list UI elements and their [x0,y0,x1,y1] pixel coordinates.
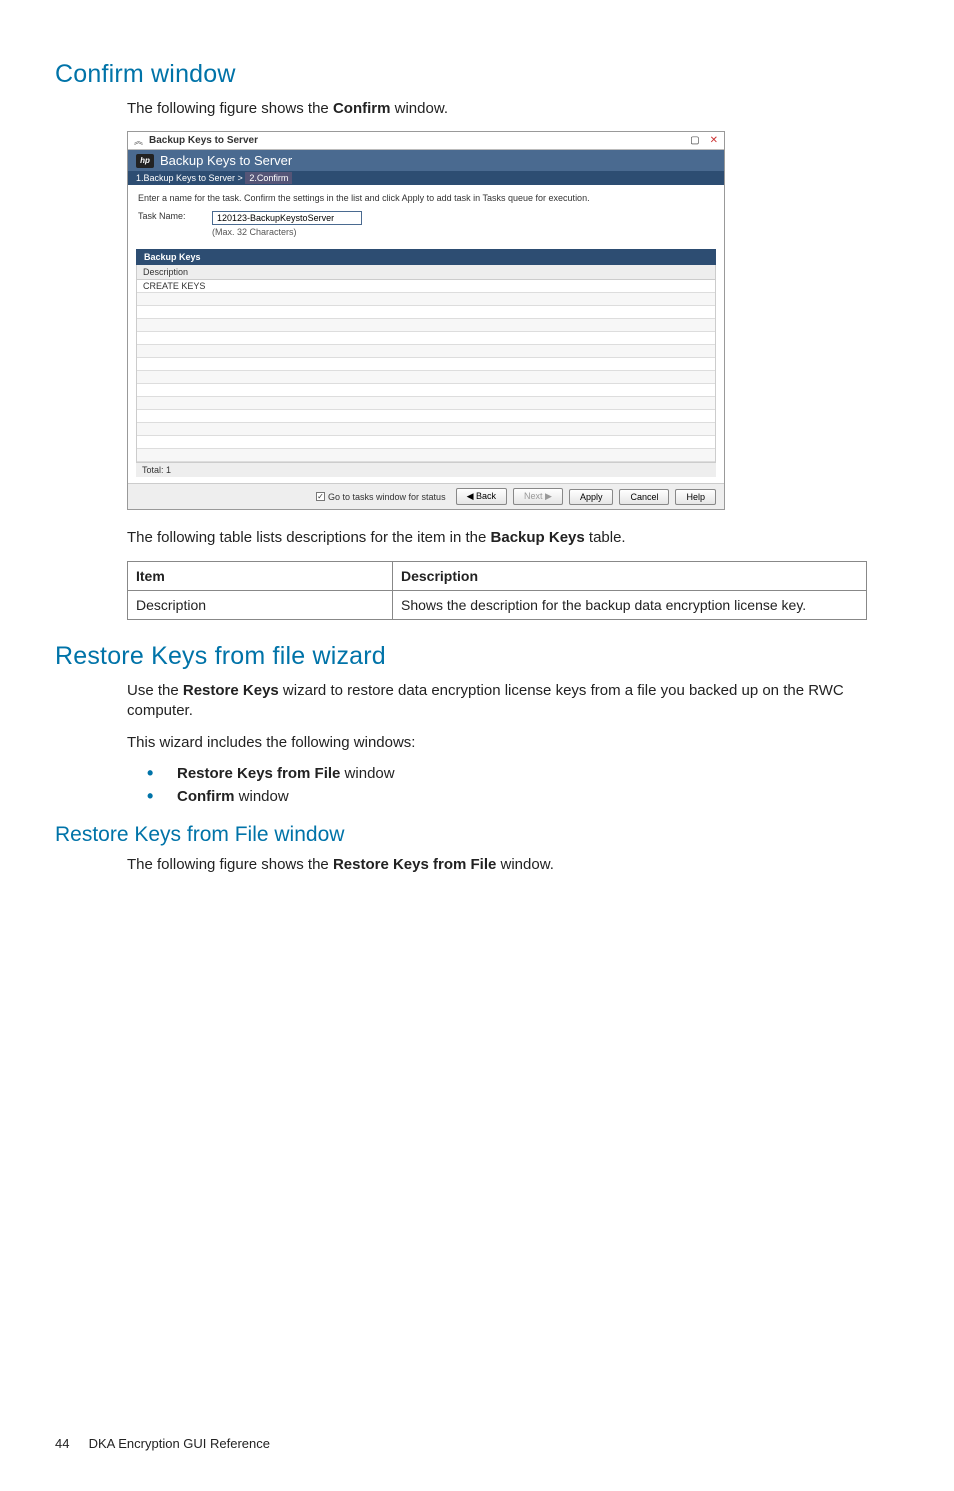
cancel-button[interactable]: Cancel [619,489,669,505]
td-item: Description [128,590,393,619]
restore-file-intro: The following figure shows the Restore K… [127,855,899,875]
table-row [137,306,715,319]
task-name-input[interactable] [212,211,362,225]
table-row [137,293,715,306]
table-row [137,332,715,345]
td-description: Shows the description for the backup dat… [393,590,867,619]
maximize-icon[interactable]: ▢ [690,135,699,146]
table-intro: The following table lists descriptions f… [127,528,899,548]
table-row [137,384,715,397]
checkbox-icon: ✓ [316,492,325,501]
heading-confirm-window: Confirm window [55,60,899,89]
table-intro-post: table. [585,529,626,546]
table-intro-bold: Backup Keys [491,529,585,546]
wizard-header-title: Backup Keys to Server [160,153,292,168]
p1-bold: Restore Keys [183,682,279,699]
col-description: Description [137,265,715,280]
close-icon[interactable]: ✕ [710,135,718,146]
description-table: Item Description Description Shows the d… [127,561,867,620]
backup-keys-table: Description CREATE KEYS [136,265,716,463]
next-button: Next ▶ [513,488,563,505]
window-titlebar: ︽ Backup Keys to Server ▢ ✕ [128,132,724,150]
crumb-step1: 1.Backup Keys to Server > [136,173,243,183]
s3-bold: Restore Keys from File [333,856,496,873]
li1-bold: Restore Keys from File [177,765,340,782]
table-rows: CREATE KEYS [137,280,715,462]
intro-confirm: The following figure shows the Confirm w… [127,99,899,119]
p1-pre: Use the [127,682,183,699]
collapse-icon[interactable]: ︽ [134,134,143,147]
heading-restore-keys-wizard: Restore Keys from file wizard [55,642,899,671]
table-row [137,397,715,410]
intro-bold: Confirm [333,100,391,117]
table-total: Total: 1 [136,463,716,477]
back-button[interactable]: ◀ Back [456,488,507,505]
table-row [137,371,715,384]
th-description: Description [393,561,867,590]
restore-intro-2: This wizard includes the following windo… [127,733,899,753]
wizard-header: hp Backup Keys to Server [128,150,724,171]
goto-tasks-label: Go to tasks window for status [328,492,446,502]
goto-tasks-checkbox[interactable]: ✓ Go to tasks window for status [316,492,446,502]
intro-pre: The following figure shows the [127,100,333,117]
table-row [137,423,715,436]
task-name-hint: (Max. 32 Characters) [212,227,362,237]
heading-restore-keys-file-window: Restore Keys from File window [55,823,899,847]
table-row [137,345,715,358]
li2-post: window [235,788,289,805]
screenshot-confirm-window: ︽ Backup Keys to Server ▢ ✕ hp Backup Ke… [127,131,725,510]
li2-bold: Confirm [177,788,235,805]
task-name-label: Task Name: [138,211,198,221]
wizard-body: Enter a name for the task. Confirm the s… [128,185,724,249]
table-row [137,358,715,371]
wizard-footer: ✓ Go to tasks window for status ◀ Back N… [128,483,724,509]
table-intro-pre: The following table lists descriptions f… [127,529,491,546]
table-row: CREATE KEYS [137,280,715,293]
table-row [137,319,715,332]
restore-intro-1: Use the Restore Keys wizard to restore d… [127,681,899,722]
window-list: Restore Keys from File window Confirm wi… [147,765,899,805]
footer-text: DKA Encryption GUI Reference [89,1436,270,1451]
page-footer: 44 DKA Encryption GUI Reference [55,1436,899,1451]
th-item: Item [128,561,393,590]
list-item: Confirm window [147,788,899,805]
help-button[interactable]: Help [675,489,716,505]
page-number: 44 [55,1436,85,1451]
window-title: Backup Keys to Server [149,135,680,146]
wizard-instruction: Enter a name for the task. Confirm the s… [138,193,714,203]
tab-backup-keys[interactable]: Backup Keys [136,249,716,265]
crumb-step2: 2.Confirm [245,172,292,184]
list-item: Restore Keys from File window [147,765,899,782]
wizard-breadcrumb: 1.Backup Keys to Server > 2.Confirm [128,171,724,185]
s3-pre: The following figure shows the [127,856,333,873]
table-row [137,449,715,462]
table-row [137,436,715,449]
table-row [137,410,715,423]
intro-post: window. [390,100,448,117]
s3-post: window. [496,856,554,873]
hp-logo-icon: hp [136,154,154,168]
li1-post: window [340,765,394,782]
task-name-row: Task Name: (Max. 32 Characters) [138,211,714,237]
apply-button[interactable]: Apply [569,489,614,505]
